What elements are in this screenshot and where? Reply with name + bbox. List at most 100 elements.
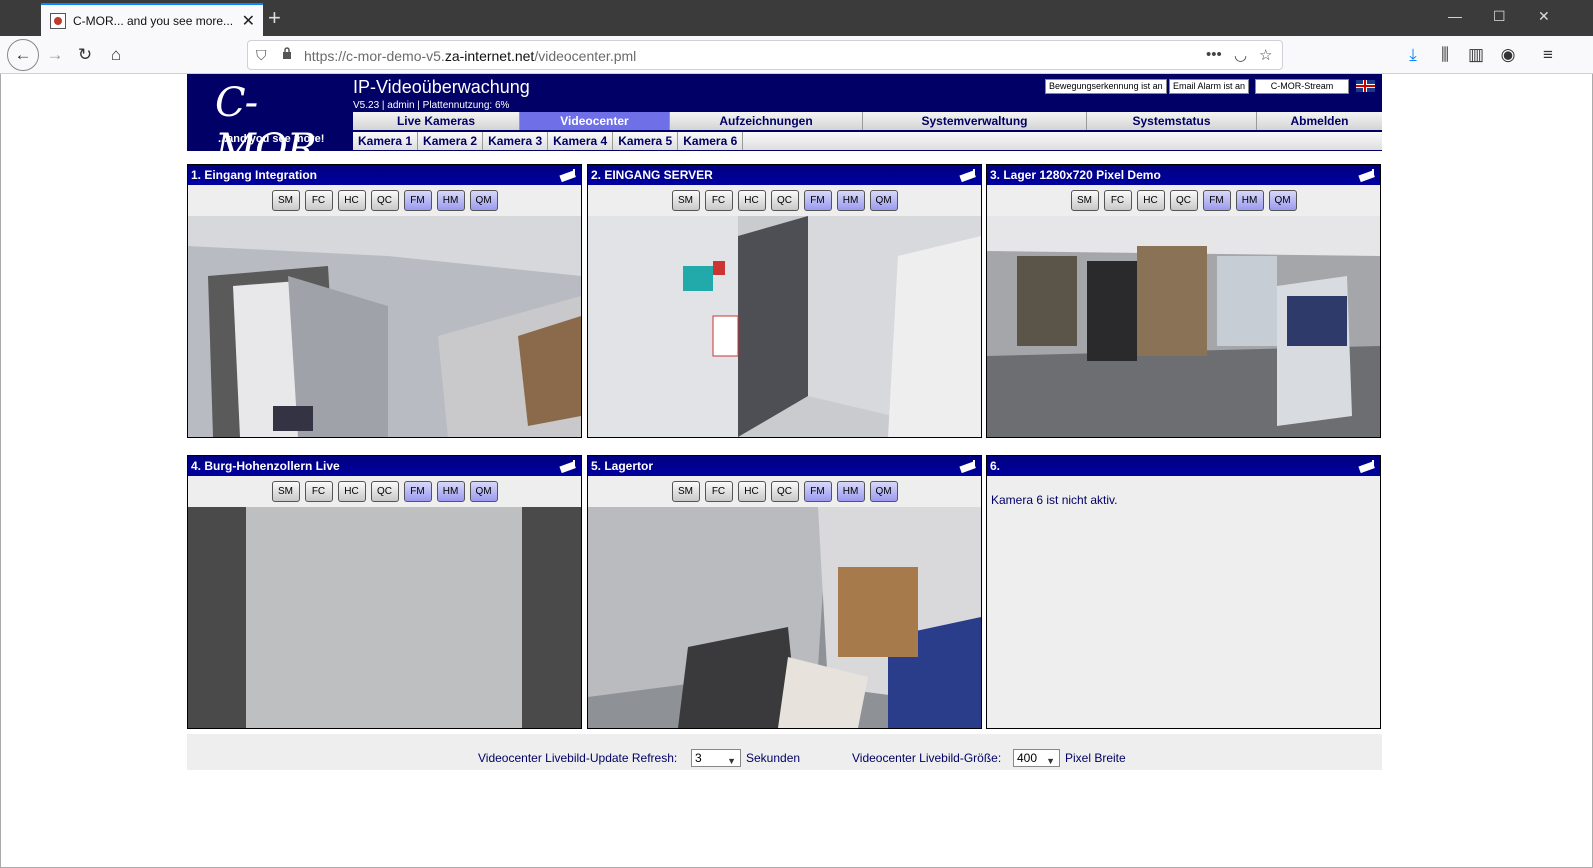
mode-hm-button[interactable]: HM <box>836 189 865 211</box>
camera-title: 1. Eingang Integration <box>188 165 581 185</box>
mode-qm-button[interactable]: QM <box>869 480 898 502</box>
tab-kamera-6[interactable]: Kamera 6 <box>678 132 744 150</box>
email-alarm-button[interactable]: Email Alarm ist an <box>1169 79 1250 94</box>
home-icon[interactable]: ⌂ <box>103 42 129 68</box>
camera-panel-6: 6. Kamera 6 ist nicht aktiv. <box>986 455 1381 729</box>
mode-sm-button[interactable]: SM <box>271 480 300 502</box>
mode-qm-button[interactable]: QM <box>869 189 898 211</box>
mode-buttons: SM FC HC QC FM HM QM <box>588 185 981 215</box>
mode-sm-button[interactable]: SM <box>671 189 700 211</box>
refresh-label: Videocenter Livebild-Update Refresh: <box>478 751 678 765</box>
mode-hm-button[interactable]: HM <box>436 480 465 502</box>
chevron-down-icon: ▼ <box>1046 756 1055 766</box>
camera-title: 5. Lagertor <box>588 456 981 476</box>
mode-qc-button[interactable]: QC <box>770 189 799 211</box>
tab-kamera-4[interactable]: Kamera 4 <box>548 132 614 150</box>
mode-hm-button[interactable]: HM <box>436 189 465 211</box>
mode-hc-button[interactable]: HC <box>337 189 366 211</box>
tab-kamera-1[interactable]: Kamera 1 <box>353 132 419 150</box>
mode-qc-button[interactable]: QC <box>1169 189 1198 211</box>
mode-hc-button[interactable]: HC <box>737 480 766 502</box>
camera-panel-3: 3. Lager 1280x720 Pixel Demo SM FC HC QC… <box>986 164 1381 438</box>
mode-fc-button[interactable]: FC <box>704 480 733 502</box>
tracking-shield-icon[interactable]: ⛉ <box>256 47 267 64</box>
mode-sm-button[interactable]: SM <box>671 480 700 502</box>
forward-icon[interactable]: → <box>42 42 68 68</box>
tab-kamera-3[interactable]: Kamera 3 <box>483 132 549 150</box>
mode-hc-button[interactable]: HC <box>1136 189 1165 211</box>
camera-feed-image[interactable] <box>188 216 581 437</box>
camera-feed-image[interactable] <box>188 507 581 728</box>
mode-qm-button[interactable]: QM <box>1268 189 1297 211</box>
address-bar[interactable]: ⛉ https://c-mor-demo-v5.za-internet.net/… <box>247 40 1283 70</box>
camera-feed-image[interactable] <box>588 507 981 728</box>
page-actions-icon[interactable]: ••• <box>1206 46 1222 63</box>
nav-systemverwaltung[interactable]: Systemverwaltung <box>863 112 1087 130</box>
camera-feed-image[interactable] <box>588 216 981 437</box>
bookmark-star-icon[interactable]: ☆ <box>1259 46 1272 64</box>
library-icon[interactable]: ⫼ <box>1432 42 1458 68</box>
browser-tab[interactable]: C-MOR... and you see more... ✕ <box>41 3 263 36</box>
account-icon[interactable]: ◉ <box>1495 42 1521 68</box>
camera-icon[interactable] <box>557 167 579 183</box>
mode-sm-button[interactable]: SM <box>271 189 300 211</box>
nav-systemstatus[interactable]: Systemstatus <box>1087 112 1257 130</box>
tab-kamera-5[interactable]: Kamera 5 <box>613 132 679 150</box>
lock-icon[interactable] <box>282 47 292 59</box>
camera-icon[interactable] <box>957 167 979 183</box>
close-tab-icon[interactable]: ✕ <box>242 11 255 31</box>
mode-hc-button[interactable]: HC <box>337 480 366 502</box>
nav-abmelden[interactable]: Abmelden <box>1257 112 1382 130</box>
reload-icon[interactable]: ↻ <box>72 42 98 68</box>
mode-fm-button[interactable]: FM <box>803 189 832 211</box>
mode-qm-button[interactable]: QM <box>469 189 498 211</box>
mode-fc-button[interactable]: FC <box>704 189 733 211</box>
camera-feed-image[interactable] <box>987 216 1380 437</box>
nav-live-kameras[interactable]: Live Kameras <box>353 112 520 130</box>
maximize-icon[interactable]: ☐ <box>1493 8 1506 25</box>
mode-sm-button[interactable]: SM <box>1070 189 1099 211</box>
mode-qc-button[interactable]: QC <box>370 480 399 502</box>
mode-fm-button[interactable]: FM <box>403 189 432 211</box>
mode-fm-button[interactable]: FM <box>1202 189 1231 211</box>
size-select[interactable]: 400 ▼ <box>1013 749 1060 767</box>
mode-fm-button[interactable]: FM <box>803 480 832 502</box>
mode-fm-button[interactable]: FM <box>403 480 432 502</box>
browser-navbar: ← → ↻ ⌂ ⛉ https://c-mor-demo-v5.za-inter… <box>0 36 1593 74</box>
refresh-select[interactable]: 3 ▼ <box>691 749 741 767</box>
mode-fc-button[interactable]: FC <box>304 189 333 211</box>
app-header: C-MOR ...and you see more! IP-Videoüberw… <box>187 74 1382 172</box>
camera-icon[interactable] <box>1356 458 1378 474</box>
downloads-icon[interactable]: ⤓ <box>1400 42 1426 68</box>
chevron-down-icon: ▼ <box>727 756 736 766</box>
camera-icon[interactable] <box>957 458 979 474</box>
new-tab-icon[interactable]: + <box>268 5 281 31</box>
page-title: IP-Videoüberwachung <box>353 77 530 97</box>
cmor-stream-button[interactable]: C-MOR-Stream <box>1255 79 1349 94</box>
mode-qm-button[interactable]: QM <box>469 480 498 502</box>
back-icon[interactable]: ← <box>7 39 39 71</box>
nav-videocenter[interactable]: Videocenter <box>520 112 670 130</box>
mode-qc-button[interactable]: QC <box>770 480 799 502</box>
camera-icon[interactable] <box>1356 167 1378 183</box>
sidebar-icon[interactable]: ▥ <box>1463 42 1489 68</box>
mode-qc-button[interactable]: QC <box>370 189 399 211</box>
pocket-icon[interactable]: ◡ <box>1234 46 1247 64</box>
window-close-icon[interactable]: ✕ <box>1538 8 1550 25</box>
uk-flag-icon[interactable] <box>1356 80 1375 92</box>
minimize-icon[interactable]: — <box>1448 8 1462 24</box>
mode-fc-button[interactable]: FC <box>304 480 333 502</box>
camera-icon[interactable] <box>557 458 579 474</box>
mode-hm-button[interactable]: HM <box>1235 189 1264 211</box>
camera-title: 3. Lager 1280x720 Pixel Demo <box>987 165 1380 185</box>
nav-aufzeichnungen[interactable]: Aufzeichnungen <box>670 112 863 130</box>
mode-buttons: SM FC HC QC FM HM QM <box>188 476 581 506</box>
mode-fc-button[interactable]: FC <box>1103 189 1132 211</box>
cmor-logo[interactable]: C-MOR ...and you see more! <box>187 74 353 172</box>
mode-hc-button[interactable]: HC <box>737 189 766 211</box>
menu-icon[interactable]: ≡ <box>1535 42 1561 68</box>
motion-detection-button[interactable]: Bewegungserkennung ist an <box>1045 79 1167 94</box>
mode-hm-button[interactable]: HM <box>836 480 865 502</box>
tab-kamera-2[interactable]: Kamera 2 <box>418 132 484 150</box>
camera-panel-4: 4. Burg-Hohenzollern Live SM FC HC QC FM… <box>187 455 582 729</box>
